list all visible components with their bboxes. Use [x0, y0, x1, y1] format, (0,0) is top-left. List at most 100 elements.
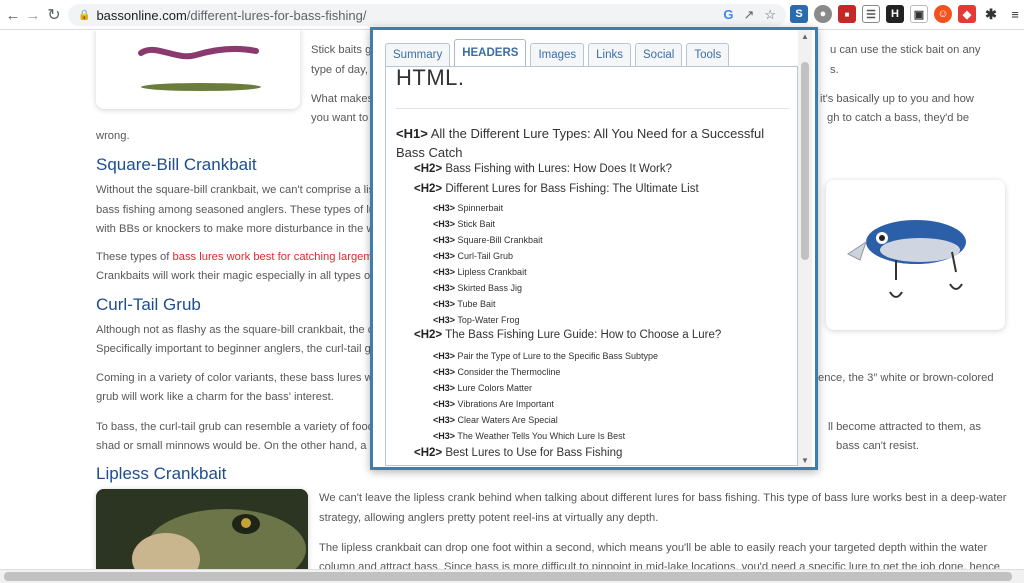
header-text: Curl-Tail Grub — [455, 251, 514, 261]
extension-red-badge-icon[interactable]: ■ — [838, 5, 856, 23]
text-stick-2: What makes — [311, 93, 374, 105]
tab-headers[interactable]: HEADERS — [454, 39, 527, 66]
header-text: Vibrations Are Important — [455, 399, 554, 409]
header-level-tag: <H3> — [433, 399, 456, 409]
header-row-h3[interactable]: <H3> Top-Water Frog — [433, 315, 520, 325]
extension-s-icon[interactable]: S — [790, 5, 808, 23]
text-square-3: with BBs or knockers to make more distur… — [96, 223, 375, 235]
brave-shield-icon[interactable]: ◆ — [958, 5, 976, 23]
header-level-tag: <H3> — [433, 415, 456, 425]
text-curl-3-right: ence, the 3″ white or brown-colored — [818, 372, 994, 384]
header-level-tag: <H3> — [433, 367, 456, 377]
header-row-h3[interactable]: <H3> Stick Bait — [433, 219, 495, 229]
bookmark-star-icon[interactable]: ☆ — [764, 7, 776, 23]
header-row-h3[interactable]: <H3> Lure Colors Matter — [433, 383, 532, 393]
heading-curl-tail: Curl-Tail Grub — [96, 295, 201, 314]
address-bar[interactable]: 🔒 bassonline.com/different-lures-for-bas… — [68, 4, 786, 26]
header-row-h3[interactable]: <H3> The Weather Tells You Which Lure Is… — [433, 431, 625, 441]
link-bass-lures[interactable]: bass lures work best for catching largem — [173, 251, 373, 263]
text-lipless-3: The lipless crankbait can drop one foot … — [319, 542, 988, 554]
header-row-h1[interactable]: <H1> All the Different Lure Types: All Y… — [396, 124, 786, 162]
text-square-4: These types of bass lures work best for … — [96, 248, 373, 268]
reload-icon[interactable]: ↻ — [43, 4, 65, 26]
extension-page-icon[interactable]: ☰ — [862, 5, 880, 23]
forward-icon[interactable]: → — [22, 4, 44, 26]
header-text: Spinnerbait — [455, 203, 504, 213]
url-host: bassonline.com — [96, 7, 187, 23]
extensions-puzzle-icon[interactable]: ✱ — [982, 5, 1000, 23]
header-row-h3[interactable]: <H3> Spinnerbait — [433, 203, 503, 213]
google-lens-icon[interactable]: G — [723, 7, 733, 23]
header-text: Skirted Bass Jig — [455, 283, 523, 293]
header-text: Lure Colors Matter — [455, 383, 533, 393]
popup-scroll-thumb[interactable] — [801, 62, 809, 260]
text-curl-5: To bass, the curl-tail grub can resemble… — [96, 421, 374, 433]
tab-social[interactable]: Social — [635, 43, 683, 66]
header-level-tag: <H3> — [433, 431, 456, 441]
header-text: Bass Fishing with Lures: How Does It Wor… — [442, 163, 673, 175]
header-row-h3[interactable]: <H3> Skirted Bass Jig — [433, 283, 522, 293]
header-text: All the Different Lure Types: All You Ne… — [396, 126, 765, 160]
header-text: Square-Bill Crankbait — [455, 235, 543, 245]
scroll-up-arrow-icon[interactable]: ▲ — [801, 32, 809, 41]
popup-scrollbar[interactable]: ▲ ▼ — [798, 30, 812, 467]
text-curl-6-right: bass can't resist. — [836, 440, 919, 452]
header-text: Best Lures to Use for Bass Fishing — [442, 447, 623, 459]
tab-tools[interactable]: Tools — [686, 43, 730, 66]
header-level-tag: <H3> — [433, 283, 456, 293]
text-square-2: bass fishing among seasoned anglers. The… — [96, 204, 376, 216]
heading-square-bill: Square-Bill Crankbait — [96, 155, 257, 174]
header-row-h2[interactable]: <H2> Best Lures to Use for Bass Fishing — [414, 447, 622, 459]
header-row-h3[interactable]: <H3> Pair the Type of Lure to the Specif… — [433, 351, 658, 361]
header-text: Lipless Crankbait — [455, 267, 527, 277]
header-row-h2[interactable]: <H2> Different Lures for Bass Fishing: T… — [414, 183, 699, 195]
header-row-h3[interactable]: <H3> Vibrations Are Important — [433, 399, 554, 409]
header-row-h3[interactable]: <H3> Clear Waters Are Special — [433, 415, 558, 425]
stick-bait-image — [96, 31, 300, 109]
share-icon[interactable]: ↗ — [743, 7, 754, 23]
header-row-h3[interactable]: <H3> Consider the Thermocline — [433, 367, 560, 377]
lock-icon[interactable]: 🔒 — [78, 10, 90, 21]
tab-images[interactable]: Images — [530, 43, 585, 66]
headers-panel: HTML. <H1> All the Different Lure Types:… — [385, 66, 798, 466]
header-row-h2[interactable]: <H2> Bass Fishing with Lures: How Does I… — [414, 163, 672, 175]
reading-list-icon[interactable]: ≡ — [1006, 5, 1024, 23]
scroll-down-arrow-icon[interactable]: ▼ — [801, 456, 809, 465]
header-text: The Weather Tells You Which Lure Is Best — [455, 431, 626, 441]
text-stick-2-right: it's basically up to you and how — [820, 93, 974, 105]
text-stick-2b: you want to — [311, 112, 369, 124]
header-row-h3[interactable]: <H3> Square-Bill Crankbait — [433, 235, 543, 245]
text-stick-1: Stick baits g — [311, 44, 372, 56]
url-path: /different-lures-for-bass-fishing/ — [186, 7, 367, 23]
text-stick-2-right2: gh to catch a bass, they'd be — [827, 112, 970, 124]
text-curl-4: grub will work like a charm for the bass… — [96, 391, 334, 403]
text-square-1: Without the square-bill crankbait, we ca… — [96, 184, 375, 196]
bass-photo — [96, 489, 308, 569]
divider — [396, 108, 789, 109]
seo-extension-popup: Summary HEADERS Images Links Social Tool… — [370, 27, 818, 470]
text-curl-2: Specifically important to beginner angle… — [96, 343, 375, 355]
back-icon[interactable]: ← — [2, 4, 24, 26]
header-level-tag: <H1> — [396, 126, 428, 141]
header-level-tag: <H3> — [433, 383, 456, 393]
header-row-h3[interactable]: <H3> Tube Bait — [433, 299, 496, 309]
header-row-h3[interactable]: <H3> Lipless Crankbait — [433, 267, 527, 277]
text-curl-1: Although not as flashy as the square-bil… — [96, 324, 374, 336]
browser-toolbar: ← → ↻ 🔒 bassonline.com/different-lures-f… — [0, 0, 1024, 30]
extension-seo-icon[interactable]: ● — [814, 5, 832, 23]
tab-summary[interactable]: Summary — [385, 43, 451, 66]
extension-box-icon[interactable]: ▣ — [910, 5, 928, 23]
header-row-h3[interactable]: <H3> Curl-Tail Grub — [433, 251, 513, 261]
header-level-tag: <H3> — [433, 219, 456, 229]
crankbait-image — [826, 180, 1005, 330]
header-row-h2[interactable]: <H2> The Bass Fishing Lure Guide: How to… — [414, 329, 721, 341]
tab-links[interactable]: Links — [588, 43, 632, 66]
page-scroll-thumb[interactable] — [4, 572, 1012, 581]
extension-h-icon[interactable]: H — [886, 5, 904, 23]
header-text: Consider the Thermocline — [455, 367, 561, 377]
header-level-tag: <H3> — [433, 299, 456, 309]
extension-avatar-icon[interactable]: ☺ — [934, 5, 952, 23]
page-horizontal-scrollbar[interactable] — [0, 569, 1024, 583]
text-square-5: Crankbaits will work their magic especia… — [96, 270, 374, 282]
header-level-tag: <H3> — [433, 315, 456, 325]
